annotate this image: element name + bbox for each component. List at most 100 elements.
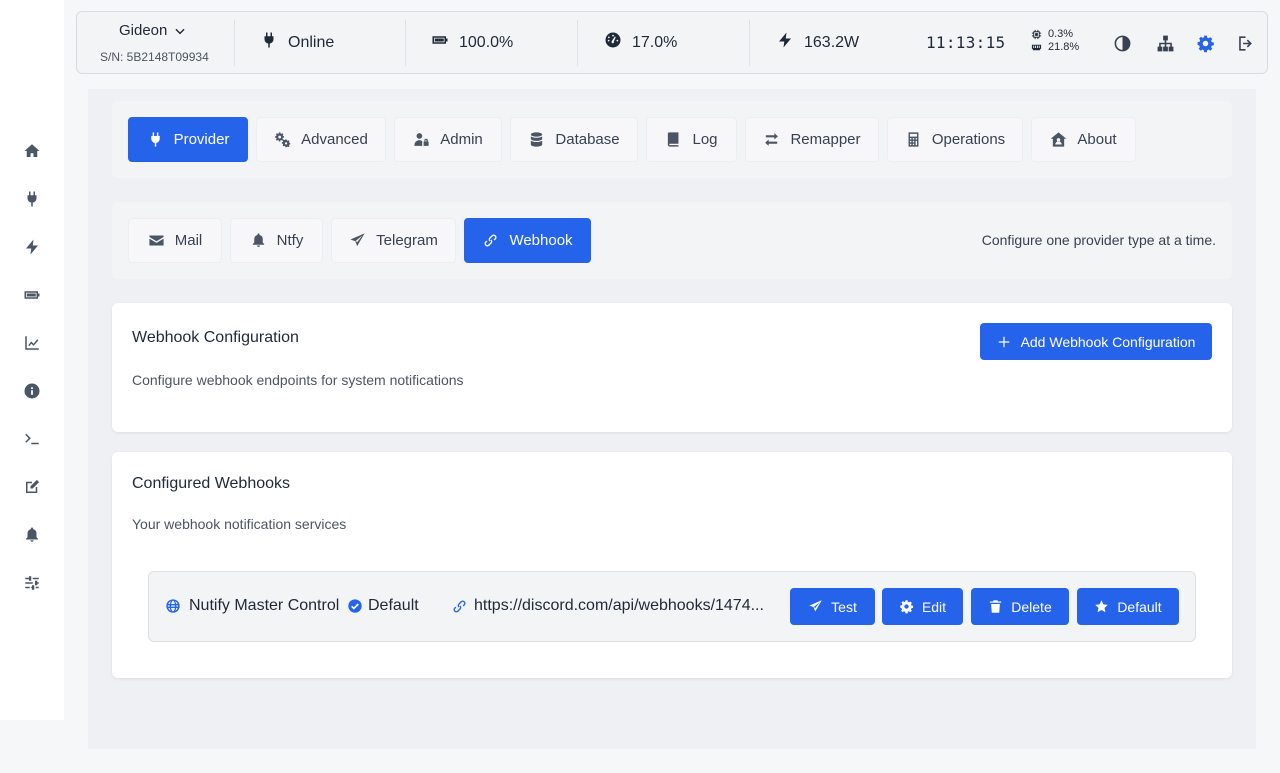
tab-database[interactable]: Database <box>510 117 638 162</box>
globe-icon <box>166 599 180 613</box>
subtab-mail[interactable]: Mail <box>128 218 222 263</box>
subtab-ntfy[interactable]: Ntfy <box>230 218 323 263</box>
button-label: Test <box>831 598 857 615</box>
subtab-label: Webhook <box>509 232 573 249</box>
tab-about[interactable]: About <box>1031 117 1136 162</box>
tab-admin[interactable]: Admin <box>394 117 502 162</box>
add-webhook-button[interactable]: Add Webhook Configuration <box>980 323 1212 360</box>
system-resources: 0.3% 21.8% <box>1031 28 1079 54</box>
tab-provider[interactable]: Provider <box>128 117 248 162</box>
tab-remapper[interactable]: Remapper <box>745 117 879 162</box>
info-icon[interactable] <box>22 381 42 401</box>
set-default-button[interactable]: Default <box>1077 588 1179 625</box>
status-bar: Gideon S/N: 5B2148T09934 Online 100.0% 1… <box>76 11 1268 74</box>
divider <box>749 20 750 66</box>
subtab-telegram[interactable]: Telegram <box>331 218 456 263</box>
load-stat: 17.0% <box>604 12 677 73</box>
button-label: Default <box>1117 598 1162 615</box>
theme-toggle-icon[interactable] <box>1111 32 1133 54</box>
clock: 11:13:15 <box>926 12 1005 73</box>
paper-plane-icon <box>350 233 365 247</box>
divider <box>234 20 235 66</box>
sliders-icon[interactable] <box>22 573 42 593</box>
battery-stat: 100.0% <box>431 12 513 73</box>
chart-line-icon[interactable] <box>22 333 42 353</box>
user-lock-icon <box>414 133 429 146</box>
tab-label: Admin <box>440 131 483 148</box>
house-user-icon <box>1051 132 1067 147</box>
tab-label: Advanced <box>301 131 368 148</box>
battery-icon <box>431 31 449 54</box>
home-icon[interactable] <box>22 141 42 161</box>
status-online: Online <box>260 12 334 73</box>
tab-log[interactable]: Log <box>646 117 737 162</box>
gear-icon <box>900 600 913 614</box>
terminal-icon[interactable] <box>22 429 42 449</box>
bolt-icon <box>776 31 794 54</box>
tab-operations[interactable]: Operations <box>887 117 1023 162</box>
plug-icon[interactable] <box>22 189 42 209</box>
settings-tabs: Provider Advanced Admin Database Log Rem… <box>112 101 1232 178</box>
edit-icon[interactable] <box>22 477 42 497</box>
test-button[interactable]: Test <box>790 588 875 625</box>
webhook-url: https://discord.com/api/webhooks/1474... <box>451 597 764 615</box>
link-icon <box>453 599 466 613</box>
device-serial: S/N: 5B2148T09934 <box>100 50 209 64</box>
plug-icon <box>260 31 278 54</box>
subtab-webhook[interactable]: Webhook <box>464 218 591 263</box>
divider <box>577 20 578 66</box>
button-label: Add Webhook Configuration <box>1020 333 1196 350</box>
database-icon <box>531 132 543 147</box>
tab-label: Remapper <box>790 131 861 148</box>
clock-time: 11:13:15 <box>926 33 1006 52</box>
edit-button[interactable]: Edit <box>882 588 963 625</box>
battery-value: 100.0% <box>459 33 514 51</box>
status-text: Online <box>288 33 335 51</box>
memory-usage: 21.8% <box>1031 41 1079 54</box>
bolt-icon[interactable] <box>22 237 42 257</box>
button-label: Delete <box>1011 598 1052 615</box>
book-icon <box>668 132 679 147</box>
memory-icon <box>1031 44 1042 51</box>
tab-label: Operations <box>931 131 1006 148</box>
tab-label: About <box>1077 131 1117 148</box>
link-icon <box>484 234 497 247</box>
delete-button[interactable]: Delete <box>971 588 1069 625</box>
button-label: Edit <box>921 598 947 615</box>
card-title: Configured Webhooks <box>132 475 291 492</box>
star-icon <box>1095 600 1109 613</box>
memory-value: 21.8% <box>1048 41 1080 53</box>
bell-icon <box>252 233 264 247</box>
provider-hint: Configure one provider type at a time. <box>981 232 1216 248</box>
provider-type-tabs: Mail Ntfy Telegram Webhook Configure one… <box>112 202 1232 279</box>
calculator-icon <box>908 132 919 147</box>
envelope-icon <box>149 235 164 246</box>
logout-icon[interactable] <box>1234 32 1256 54</box>
tab-advanced[interactable]: Advanced <box>256 117 386 162</box>
tab-label: Provider <box>173 131 230 148</box>
webhook-name: Nutify Master Control <box>165 597 339 615</box>
battery-icon[interactable] <box>22 285 42 305</box>
power-stat: 163.2W <box>776 12 859 73</box>
main-panel: Provider Advanced Admin Database Log Rem… <box>88 89 1256 749</box>
default-badge: Default <box>347 597 419 615</box>
tab-label: Database <box>555 131 620 148</box>
plus-icon <box>998 336 1009 347</box>
cpu-usage: 0.3% <box>1031 28 1079 41</box>
tab-label: Log <box>692 131 718 148</box>
card-subtitle: Configure webhook endpoints for system n… <box>132 372 464 388</box>
bell-icon[interactable] <box>22 525 42 545</box>
webhook-url-text: https://discord.com/api/webhooks/1474... <box>474 597 764 614</box>
plug-icon <box>150 132 160 147</box>
power-value: 163.2W <box>804 33 860 51</box>
arrows-icon <box>765 133 779 146</box>
gear-icon[interactable] <box>1194 32 1216 54</box>
network-icon[interactable] <box>1154 32 1176 54</box>
check-circle-icon <box>348 599 362 613</box>
chevron-down-icon <box>175 28 185 34</box>
webhook-config-card: Webhook Configuration Configure webhook … <box>112 303 1232 432</box>
device-selector[interactable]: Gideon <box>119 22 187 39</box>
card-subtitle: Your webhook notification services <box>132 516 347 532</box>
card-title: Webhook Configuration <box>132 329 299 346</box>
trash-icon <box>990 600 1002 613</box>
